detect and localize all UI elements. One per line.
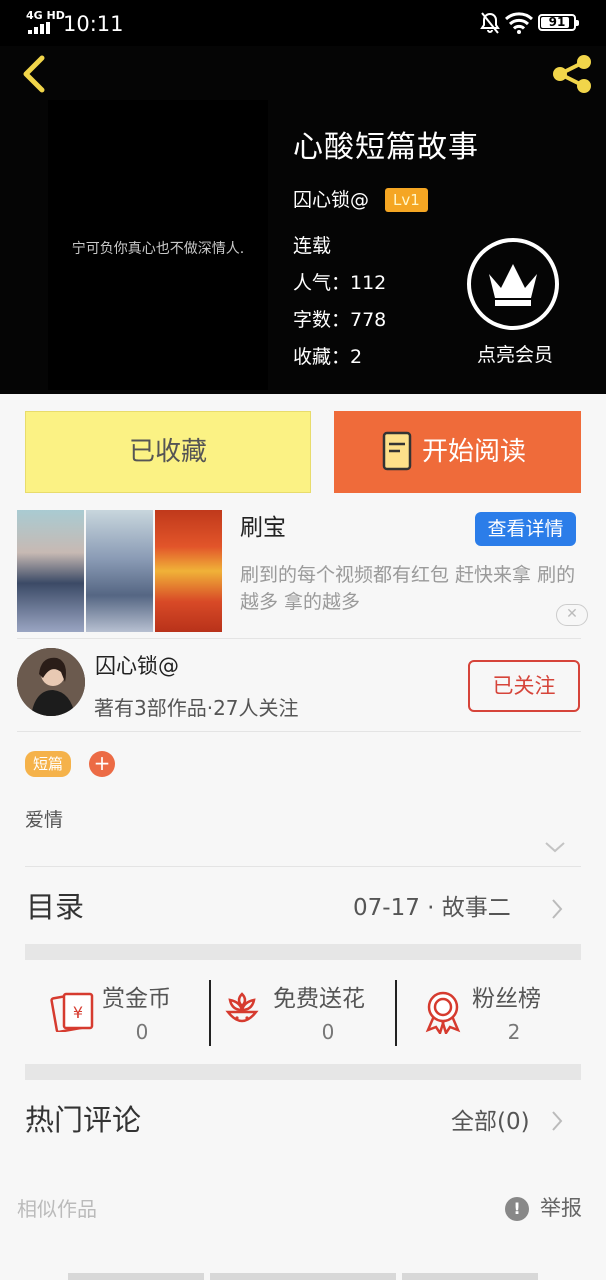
similar-work-card[interactable] — [68, 1273, 204, 1280]
red-envelope-icon[interactable]: ¥ — [50, 990, 96, 1032]
ad-details-button[interactable]: 查看详情 — [475, 512, 576, 546]
book-title: 心酸短篇故事 — [293, 130, 479, 165]
ad-thumbnail[interactable] — [17, 510, 84, 632]
crown-icon — [489, 264, 537, 306]
avatar-image — [17, 648, 85, 716]
popularity: 人气：112 — [293, 272, 387, 294]
ad-description[interactable]: 刷到的每个视频都有红包 赶快来拿 刷的越多 拿的越多 — [240, 562, 585, 616]
chevron-down-icon[interactable] — [543, 840, 567, 854]
hot-comments-title: 热门评论 — [25, 1103, 142, 1137]
clock: 10:11 — [63, 12, 124, 36]
avatar[interactable] — [17, 648, 85, 716]
share-icon[interactable] — [548, 52, 596, 96]
svg-text:¥: ¥ — [73, 1003, 83, 1022]
start-reading-label: 开始阅读 — [422, 437, 527, 467]
level-badge: Lv1 — [385, 188, 428, 212]
similar-work-card[interactable] — [210, 1273, 396, 1280]
book-icon — [382, 431, 412, 471]
divider — [25, 866, 581, 867]
book-cover[interactable]: 宁可负你真心也不做深情人. — [48, 100, 268, 390]
start-reading-button[interactable]: 开始阅读 — [334, 411, 581, 493]
ad-thumbnail[interactable] — [86, 510, 153, 632]
follow-button[interactable]: 已关注 — [468, 660, 580, 712]
stat-divider — [395, 980, 397, 1046]
fan-ranking-count: 2 — [507, 1020, 521, 1044]
reward-coin-label[interactable]: 赏金币 — [102, 983, 171, 1015]
vip-label[interactable]: 点亮会员 — [466, 341, 564, 369]
serial-status: 连载 — [293, 235, 332, 257]
word-count: 字数：778 — [293, 309, 387, 331]
chevron-right-icon[interactable] — [550, 898, 564, 920]
add-tag-button[interactable]: + — [89, 751, 115, 777]
collected-button[interactable]: 已收藏 — [25, 411, 311, 493]
free-flower-count: 0 — [321, 1020, 335, 1044]
section-separator — [25, 1064, 581, 1080]
flower-icon[interactable] — [222, 990, 262, 1032]
chevron-right-icon[interactable] — [550, 1110, 564, 1132]
stat-divider — [209, 980, 211, 1046]
medal-icon[interactable] — [422, 990, 464, 1034]
genre-tag[interactable]: 短篇 — [25, 751, 72, 777]
vip-button[interactable] — [467, 238, 559, 330]
battery-icon: 91 — [538, 14, 579, 31]
cover-caption: 宁可负你真心也不做深情人. — [71, 241, 245, 257]
back-arrow-icon[interactable] — [14, 52, 50, 96]
ad-thumbnail[interactable] — [155, 510, 222, 632]
mute-bell-icon — [480, 12, 500, 34]
catalog-label[interactable]: 目录 — [26, 885, 84, 929]
similar-work-card[interactable] — [402, 1273, 538, 1280]
reward-coin-count: 0 — [135, 1020, 149, 1044]
status-bar: 4G HD 10:11 91 — [0, 0, 606, 46]
ad-close-button[interactable]: ✕ — [556, 604, 588, 626]
wifi-icon — [505, 12, 533, 34]
divider — [17, 731, 581, 732]
battery-level: 91 — [548, 15, 566, 29]
network-indicator: 4G HD — [26, 9, 65, 22]
all-comments-link[interactable]: 全部(0) — [451, 1106, 530, 1138]
similar-works-label: 相似作品 — [17, 1197, 97, 1221]
book-intro: 爱情 — [25, 809, 64, 831]
book-author[interactable]: 囚心锁@ — [293, 186, 369, 214]
warning-icon[interactable]: ! — [505, 1197, 529, 1221]
latest-chapter[interactable]: 07-17 · 故事二 — [353, 891, 511, 925]
divider — [17, 638, 581, 639]
free-flower-label[interactable]: 免费送花 — [273, 983, 365, 1015]
author-name[interactable]: 囚心锁@ — [95, 651, 179, 681]
favorite-count: 收藏：2 — [293, 346, 363, 368]
section-separator — [25, 944, 581, 960]
signal-icon — [28, 22, 50, 34]
report-button[interactable]: 举报 — [540, 1193, 582, 1223]
author-stats: 著有3部作品·27人关注 — [94, 696, 299, 720]
fan-ranking-label[interactable]: 粉丝榜 — [472, 983, 541, 1015]
ad-app-name[interactable]: 刷宝 — [240, 512, 286, 544]
